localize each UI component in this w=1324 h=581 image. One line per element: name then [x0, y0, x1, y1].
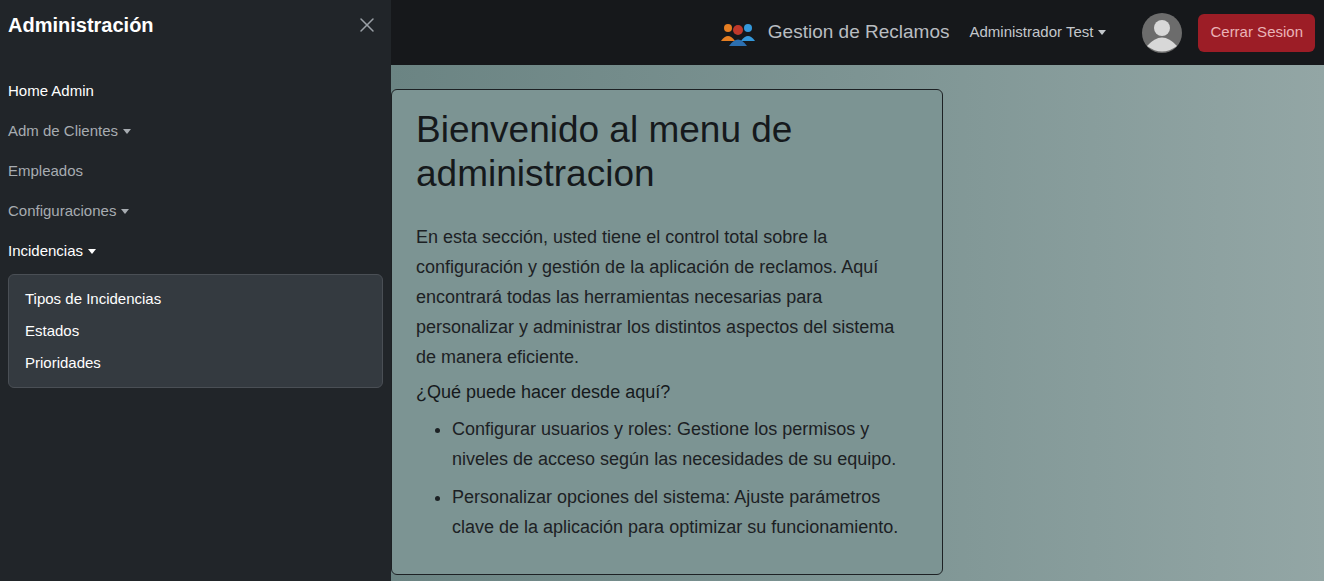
user-menu[interactable]: Administrador Test [970, 21, 1107, 44]
feature-item: Configurar usuarios y roles: Gestione lo… [452, 414, 918, 474]
feature-item: Personalizar opciones del sistema: Ajust… [452, 482, 918, 542]
submenu-item[interactable]: Estados [9, 315, 382, 347]
sidebar-menu: Home AdminAdm de ClientesEmpleadosConfig… [0, 71, 391, 388]
card-title: Bienvenido al menu de administracion [416, 108, 918, 196]
caret-icon [121, 209, 129, 214]
submenu-item[interactable]: Tipos de Incidencias [9, 283, 382, 315]
card-intro: En esta sección, usted tiene el control … [416, 222, 918, 372]
sidebar-item: IncidenciasTipos de IncidenciasEstadosPr… [0, 231, 391, 388]
sidebar-link[interactable]: Incidencias [0, 231, 391, 271]
caret-icon [88, 249, 96, 254]
sidebar-item: Empleados [0, 151, 391, 191]
sidebar-link[interactable]: Empleados [0, 151, 391, 191]
sidebar-link[interactable]: Home Admin [0, 71, 391, 111]
caret-icon [123, 129, 131, 134]
sidebar-link[interactable]: Adm de Clientes [0, 111, 391, 151]
sidebar-header: Administración [0, 0, 391, 50]
people-icon [720, 19, 756, 47]
navbar: Gestion de Reclamos Administrador Test Cer… [391, 0, 1324, 65]
submenu-item[interactable]: Prioridades [9, 347, 382, 379]
app: AdministraciónHome AdminAdm de ClientesE… [0, 0, 1324, 581]
sidebar-link[interactable]: Configuraciones [0, 191, 391, 231]
card-subtitle: ¿Qué puede hacer desde aquí? [416, 378, 918, 406]
close-icon[interactable] [355, 13, 379, 37]
submenu: Tipos de IncidenciasEstadosPrioridades [8, 274, 383, 388]
main-area: Gestion de Reclamos Administrador Test Cer… [391, 0, 1324, 581]
sidebar-item: Adm de Clientes [0, 111, 391, 151]
welcome-card: Bienvenido al menu de administracion En e… [391, 89, 943, 575]
caret-icon [1098, 30, 1106, 35]
sidebar-title: Administración [8, 10, 154, 40]
sidebar-item: Configuraciones [0, 191, 391, 231]
feature-list: Configurar usuarios y roles: Gestione lo… [416, 414, 918, 542]
sidebar: AdministraciónHome AdminAdm de ClientesE… [0, 0, 391, 581]
brand[interactable]: Gestion de Reclamos [720, 18, 950, 47]
avatar-icon[interactable] [1142, 13, 1182, 53]
logout-button[interactable]: Cerrar Sesion [1198, 14, 1315, 52]
content: Bienvenido al menu de administracion En e… [391, 65, 1324, 581]
sidebar-item: Home Admin [0, 71, 391, 111]
